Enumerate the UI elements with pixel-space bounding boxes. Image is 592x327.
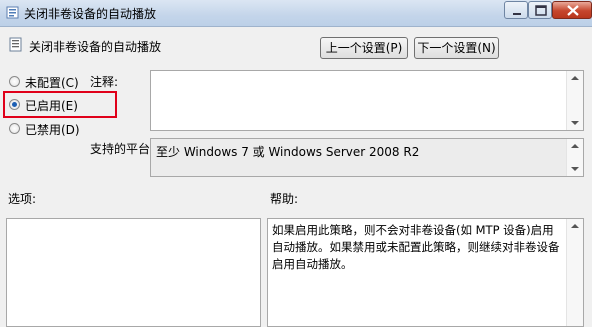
help-panel: 如果启用此策略，则不会对非卷设备(如 MTP 设备)启用自动播放。如果禁用或未配… <box>267 218 584 327</box>
maximize-icon <box>535 5 547 16</box>
next-setting-button[interactable]: 下一个设置(N) <box>414 37 499 59</box>
options-label: 选项: <box>8 192 37 206</box>
scroll-up-icon[interactable] <box>571 224 579 228</box>
policy-icon <box>6 6 19 19</box>
radio-button[interactable] <box>9 76 20 87</box>
policy-name: 关闭非卷设备的自动播放 <box>29 40 162 54</box>
radio-label: 未配置(C) <box>25 76 79 90</box>
supported-on-label: 支持的平台: <box>90 142 155 156</box>
previous-setting-button[interactable]: 上一个设置(P) <box>320 37 408 59</box>
help-scrollbar[interactable] <box>566 219 583 326</box>
comment-scrollbar[interactable] <box>566 71 583 130</box>
radio-label: 已禁用(D) <box>25 123 80 137</box>
close-icon <box>567 5 579 16</box>
help-label: 帮助: <box>270 192 299 206</box>
annotation-highlight-box <box>3 91 117 118</box>
help-text: 如果启用此策略，则不会对非卷设备(如 MTP 设备)启用自动播放。如果禁用或未配… <box>272 223 560 271</box>
supported-on-value: 至少 Windows 7 或 Windows Server 2008 R2 <box>156 145 420 159</box>
options-panel <box>6 218 261 327</box>
radio-button[interactable] <box>9 123 20 134</box>
supported-on-field: 至少 Windows 7 或 Windows Server 2008 R2 <box>150 138 584 177</box>
comment-textarea[interactable] <box>150 70 584 131</box>
scroll-up-icon[interactable] <box>571 144 579 148</box>
scroll-up-icon[interactable] <box>571 76 579 80</box>
comment-label: 注释: <box>90 75 119 89</box>
supported-on-scrollbar[interactable] <box>566 139 583 176</box>
setting-icon <box>9 37 22 52</box>
window-title: 关闭非卷设备的自动播放 <box>24 7 157 21</box>
close-button[interactable] <box>552 1 592 19</box>
title-bar: 关闭非卷设备的自动播放 <box>0 0 592 27</box>
scroll-down-icon[interactable] <box>571 121 579 125</box>
minimize-button[interactable] <box>504 1 528 19</box>
minimize-icon <box>513 13 521 15</box>
maximize-button[interactable] <box>528 1 552 19</box>
scroll-down-icon[interactable] <box>571 167 579 171</box>
